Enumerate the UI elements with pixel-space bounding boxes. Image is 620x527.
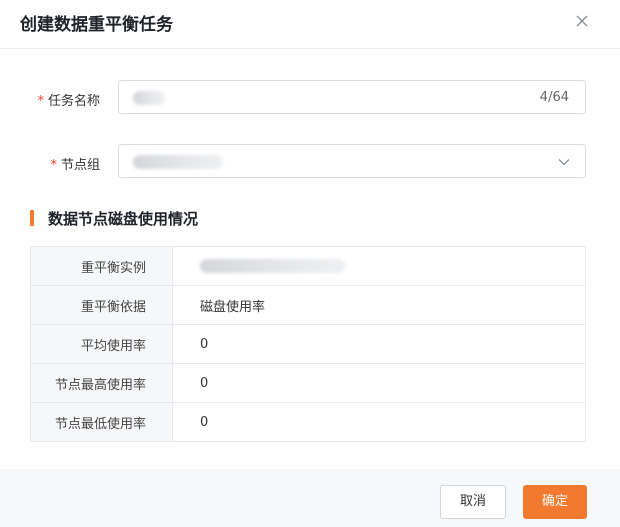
masked-value [133, 91, 165, 105]
row-label: 重平衡依据 [30, 285, 173, 325]
required-mark: * [50, 158, 57, 173]
cancel-button[interactable]: 取消 [440, 485, 506, 519]
row-label: 平均使用率 [30, 324, 173, 364]
task-name-label: * 任务名称 [37, 94, 100, 109]
disk-usage-table: 重平衡实例 重平衡依据 磁盘使用率 平均使用率 0 节点最高使用率 0 节点最低… [30, 246, 586, 442]
task-name-input[interactable]: 4/64 [118, 80, 586, 114]
section-title: 数据节点磁盘使用情况 [48, 210, 199, 228]
masked-value [133, 155, 223, 169]
row-label: 节点最高使用率 [30, 363, 173, 403]
confirm-button[interactable]: 确定 [523, 485, 587, 519]
row-value: 0 [172, 363, 586, 403]
table-row: 节点最高使用率 0 [30, 363, 586, 403]
row-value: 0 [172, 402, 586, 442]
row-value: 0 [172, 324, 586, 364]
dialog-title: 创建数据重平衡任务 [20, 15, 173, 35]
row-label: 节点最低使用率 [30, 402, 173, 442]
row-value: 磁盘使用率 [172, 285, 586, 325]
table-row: 重平衡实例 [30, 246, 586, 286]
dialog-footer: 取消 确定 [0, 469, 620, 527]
table-row: 重平衡依据 磁盘使用率 [30, 285, 586, 325]
chevron-down-icon [558, 159, 570, 166]
row-label: 重平衡实例 [30, 246, 173, 286]
table-row: 节点最低使用率 0 [30, 402, 586, 442]
masked-value [200, 259, 345, 273]
char-counter: 4/64 [539, 90, 569, 105]
create-rebalance-task-dialog: 创建数据重平衡任务 * 任务名称 4/64 * 节点组 数据节点磁盘使用情况 重平衡… [0, 0, 620, 527]
node-group-select[interactable] [118, 144, 586, 178]
section-accent-bar [30, 210, 34, 226]
row-value [172, 246, 586, 286]
table-row: 平均使用率 0 [30, 324, 586, 364]
required-mark: * [37, 94, 44, 109]
dialog-header: 创建数据重平衡任务 [0, 0, 620, 49]
close-icon[interactable] [572, 11, 592, 31]
node-group-label: * 节点组 [50, 158, 100, 173]
